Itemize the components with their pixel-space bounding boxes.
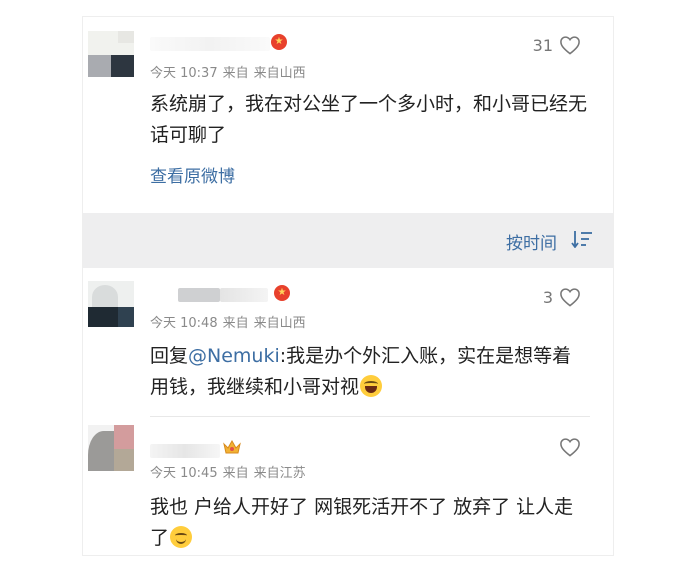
comment-item: ★ 今天 10:37 来自 来自山西 31 系统崩了，我在对公坐了一个多小时，和小哥…	[83, 17, 613, 213]
laugh-cry-emoji	[360, 375, 383, 397]
comment-location: 来自山西	[253, 66, 306, 81]
like-count: 3	[542, 287, 553, 307]
comment-text: 系统崩了，我在对公坐了一个多小时，和小哥已经无话可聊了	[150, 93, 588, 146]
comment-from: 来自	[222, 66, 249, 81]
view-original-link[interactable]: 查看原微博	[150, 162, 235, 187]
like-button[interactable]	[553, 437, 581, 457]
avatar[interactable]	[88, 31, 134, 77]
sort-lines-icon[interactable]	[571, 230, 593, 248]
like-count: 31	[532, 35, 553, 55]
comment-meta: 今天 10:37 来自 来自山西	[150, 62, 311, 81]
comment-location: 来自山西	[253, 316, 306, 331]
comment-location: 来自江苏	[253, 466, 306, 481]
crown-icon	[223, 439, 241, 454]
comment-time: 今天 10:37	[150, 66, 218, 81]
username-blurred	[220, 288, 268, 302]
mention-link[interactable]: @Nemuki	[188, 345, 280, 367]
smile-emoji	[170, 526, 193, 548]
weibo-badge-icon: ★	[271, 34, 287, 50]
comment-body: 我也 户给人开好了 网银死活开不了 放弃了 让人走了	[150, 496, 574, 549]
username-blurred[interactable]	[150, 444, 220, 458]
username-blurred[interactable]	[178, 288, 220, 302]
heart-outline-icon	[560, 438, 580, 457]
comment-item: 今天 10:45 来自 来自江苏 我也 户给人开好了 网银死活开不了 放弃了 让人走…	[83, 418, 613, 555]
reply-prefix: 回复	[150, 345, 189, 367]
comment-time: 今天 10:45	[150, 466, 218, 481]
comment-from: 来自	[222, 466, 249, 481]
sort-bar: 按时间	[83, 213, 613, 268]
divider	[150, 416, 590, 417]
heart-outline-icon	[560, 288, 580, 307]
like-button[interactable]: 3	[543, 287, 581, 307]
username-blurred[interactable]	[150, 37, 270, 51]
comment-meta: 今天 10:45 来自 来自江苏	[150, 462, 311, 481]
avatar[interactable]	[88, 425, 134, 471]
comments-card: ★ 今天 10:37 来自 来自山西 31 系统崩了，我在对公坐了一个多小时，和小哥…	[82, 16, 614, 556]
sort-by-time-button[interactable]: 按时间	[506, 229, 557, 254]
comment-from: 来自	[222, 316, 249, 331]
comment-time: 今天 10:48	[150, 316, 218, 331]
weibo-badge-icon: ★	[274, 285, 290, 301]
comment-meta: 今天 10:48 来自 来自山西	[150, 312, 311, 331]
comment-text: 回复@Nemuki:我是办个外汇入账，实在是想等着用钱，我继续和小哥对视	[150, 341, 590, 403]
heart-outline-icon	[560, 36, 580, 55]
avatar[interactable]	[88, 281, 134, 327]
comment-text: 我也 户给人开好了 网银死活开不了 放弃了 让人走了	[150, 492, 590, 554]
like-button[interactable]: 31	[533, 35, 581, 55]
comment-item: ★ 今天 10:48 来自 来自山西 3 回复@Nemuki:我是办个外汇入账，实在…	[83, 268, 613, 418]
